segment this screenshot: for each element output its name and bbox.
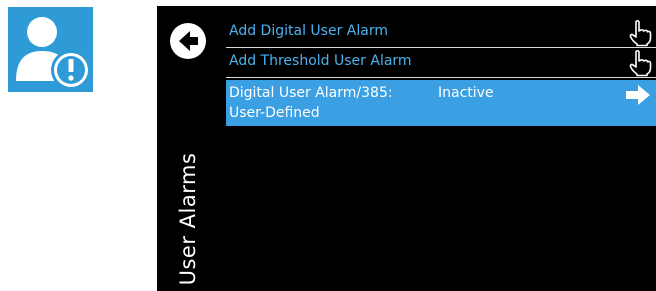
list-item-label: Add Digital User Alarm [229,23,388,39]
add-digital-user-alarm-item[interactable]: Add Digital User Alarm [226,18,656,48]
alarm-status: Inactive [438,85,494,101]
alarm-list: Add Digital User Alarm Add Threshold Use… [226,18,656,126]
hand-pointer-icon [628,49,652,77]
arrow-right-icon [623,83,653,107]
page: User Alarms Add Digital User Alarm Add T… [0,0,656,291]
back-arrow-icon [170,23,206,59]
device-screen: User Alarms Add Digital User Alarm Add T… [157,6,656,291]
add-threshold-user-alarm-item[interactable]: Add Threshold User Alarm [226,48,656,78]
alarm-name: Digital User Alarm/385: [229,85,393,101]
digital-user-alarm-item[interactable]: Digital User Alarm/385: Inactive User-De… [226,80,656,126]
sidebar: User Alarms [157,6,225,291]
user-alert-icon [8,7,93,92]
back-button[interactable] [168,21,208,61]
alarm-type: User-Defined [229,105,320,121]
list-item-label: Add Threshold User Alarm [229,53,412,69]
hand-pointer-icon [628,19,652,47]
screen-title-text: User Alarms [176,152,200,286]
